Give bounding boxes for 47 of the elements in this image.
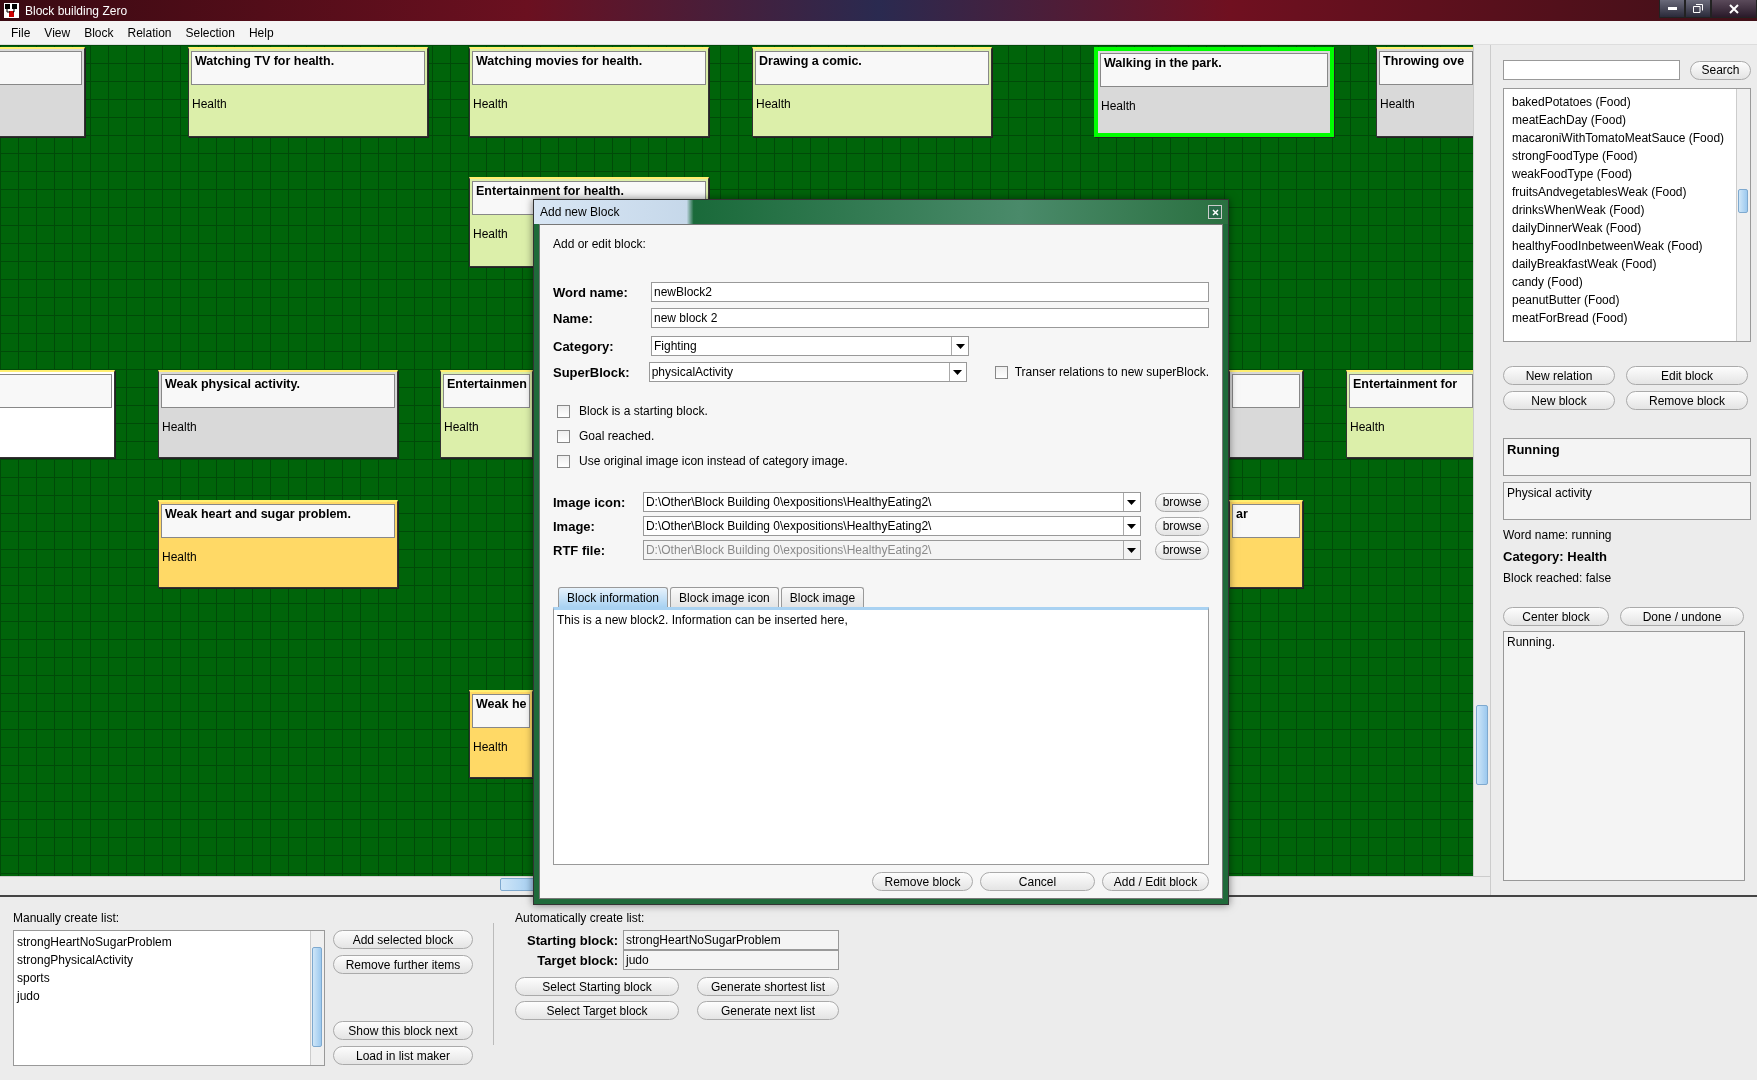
block-title: Watching movies for health. [476,54,643,68]
block-title: Entertainmen [447,377,527,391]
field-label: Image: [553,518,596,534]
field-label: Category: [553,338,615,354]
category-text: Category: Health [1503,549,1609,564]
path-field: D:\Other\Block Building 0\expositions\HealthyEating2\ [642,540,1141,560]
block-category: Health [472,740,509,754]
block-category: Health [191,97,228,111]
checkbox-label: Goal reached. [579,429,655,443]
field-label: Name: [553,310,594,326]
block-reached-text: Block reached: false [1503,571,1613,585]
block-title: Weak physical activity. [165,377,301,391]
section-heading: Manually create list: [13,911,121,925]
block-title: ar [1236,507,1248,521]
block-title: Entertainment for [1353,377,1458,391]
block-category: Health [1100,99,1137,113]
block-category: Health [443,420,480,434]
block-title-box: Running [1503,438,1751,476]
field-label: Word name: [553,284,629,300]
checkbox-label: Transer relations to new superBlock. [1014,365,1209,379]
field-label: RTF file: [553,542,606,558]
block-category: Health [1379,97,1416,111]
checkbox-label: Use original image icon instead of category image. [579,454,848,468]
block-category: Health [161,420,198,434]
block-category: Health [161,550,198,564]
dialog-heading: Add or edit block: [553,237,647,251]
block-title: Walking in the park. [1104,56,1222,70]
block-title: Throwing ove [1383,54,1465,68]
block-title: Entertainment for health. [476,184,624,198]
word-name-text: Word name: running [1503,528,1613,542]
field-label: Starting block: [526,932,618,948]
field-label: Target block: [536,952,618,968]
field-label: SuperBlock: [553,364,631,380]
block-title: Weak heart and sugar problem. [165,507,351,521]
block-title: Drawing a comic. [759,54,862,68]
section-heading: Automatically create list: [515,911,646,925]
field-label: Image icon: [553,494,627,510]
window-title: Block building Zero [25,3,128,18]
block-category: Health [472,97,509,111]
block-category: Health [755,97,792,111]
block-category: Health [472,227,509,241]
block-title: Watching TV for health. [195,54,335,68]
checkbox-label: Block is a starting block. [579,404,708,418]
category-box: Physical activity [1503,482,1751,520]
dialog-title: Add new Block [540,205,620,219]
block-title: Weak he [476,697,527,711]
block-category: Health [1349,420,1386,434]
